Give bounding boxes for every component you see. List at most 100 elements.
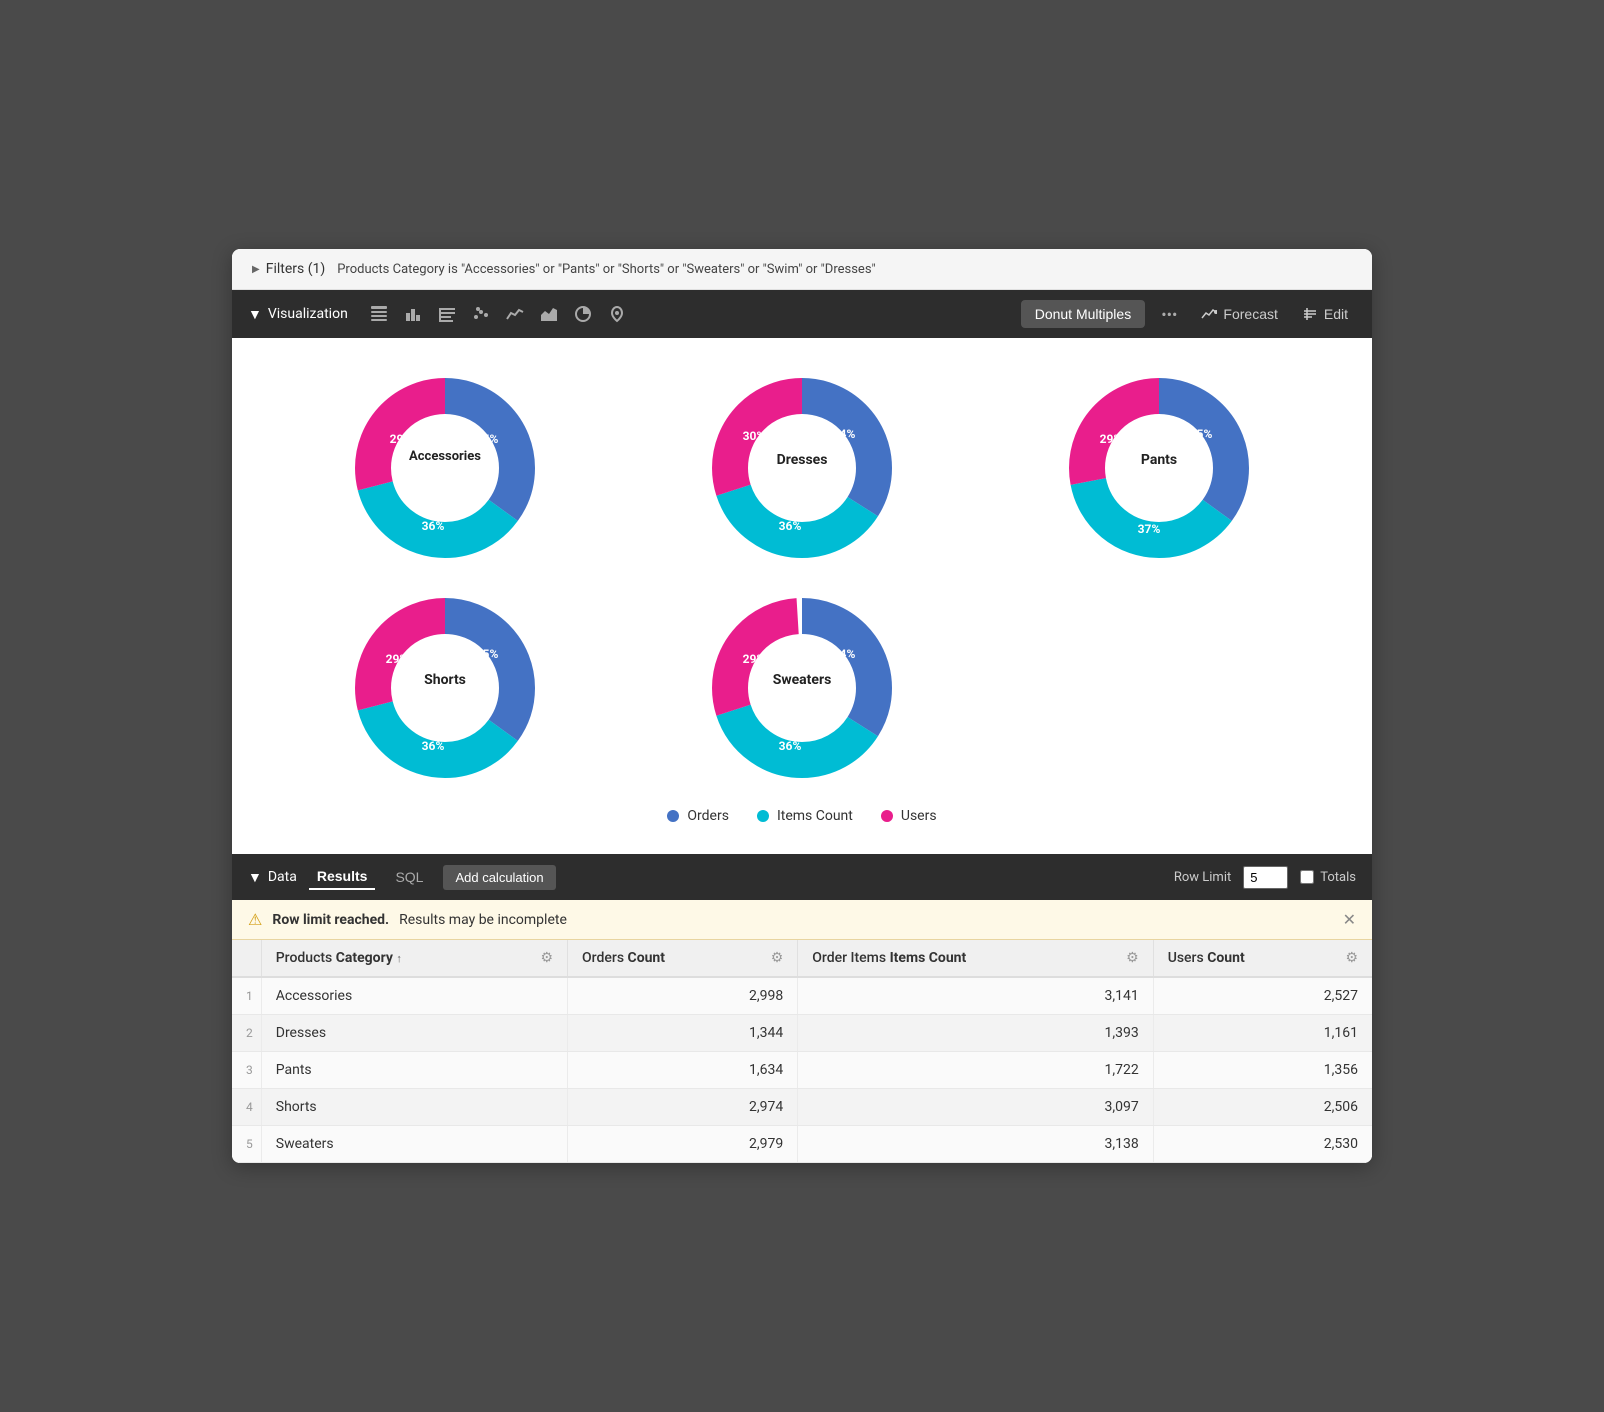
table-header-row: Products Category ↑ ⚙ Orders Count ⚙ Ord… [232,940,1372,977]
edit-label: Edit [1324,306,1348,322]
donut-dresses-wrapper: Dresses 34% 36% 30% [702,368,902,568]
cell-rownum: 2 [232,1015,261,1052]
edit-btn[interactable]: Edit [1294,302,1356,326]
viz-pie-icon-btn[interactable] [568,301,598,327]
viz-toggle-arrow-icon: ▼ [248,306,262,323]
cell-items: 3,138 [798,1126,1153,1163]
th-category-bold: Category [336,950,393,966]
svg-text:35%: 35% [1189,427,1212,441]
cell-rownum: 1 [232,977,261,1015]
th-users-bold: Count [1207,950,1245,966]
warning-close-btn[interactable]: ✕ [1343,910,1356,929]
th-category-gear-icon[interactable]: ⚙ [540,950,553,966]
line-chart-icon [506,305,524,323]
cell-category: Dresses [261,1015,567,1052]
list-icon [438,305,456,323]
donut-pants-wrapper: Pants 35% 37% 29% [1059,368,1259,568]
cell-rownum: 5 [232,1126,261,1163]
sql-tab[interactable]: SQL [387,865,431,889]
cell-users: 2,527 [1153,977,1372,1015]
svg-text:29%: 29% [743,652,766,666]
cell-users: 2,530 [1153,1126,1372,1163]
forecast-icon [1201,306,1217,322]
cell-users: 1,356 [1153,1052,1372,1089]
sort-arrow-icon: ↑ [396,952,402,965]
legend-orders-label: Orders [687,808,729,824]
th-orders: Orders Count ⚙ [568,940,798,977]
filter-arrow-icon: ▶ [252,264,260,275]
cell-category: Sweaters [261,1126,567,1163]
svg-text:36%: 36% [422,739,445,753]
donut-accessories: Accessories 35% 36% 29% [272,368,619,568]
viz-toggle[interactable]: ▼ Visualization [248,306,348,323]
th-orders-gear-icon[interactable]: ⚙ [771,950,784,966]
th-rownum [232,940,261,977]
th-items-text: Order Items Items Count [812,950,966,966]
th-items-gear-icon[interactable]: ⚙ [1126,950,1139,966]
donut-accessories-wrapper: Accessories 35% 36% 29% [345,368,545,568]
cell-items: 3,097 [798,1089,1153,1126]
totals-checkbox[interactable] [1300,870,1314,884]
legend-users-dot [881,810,893,822]
svg-text:35%: 35% [476,647,499,661]
viz-map-icon-btn[interactable] [602,301,632,327]
filter-bar: ▶ Filters (1) Products Category is "Acce… [232,249,1372,290]
viz-line-icon-btn[interactable] [500,301,530,327]
donut-multiples-btn[interactable]: Donut Multiples [1021,300,1146,328]
legend-users: Users [881,808,937,824]
svg-text:37%: 37% [1137,522,1160,536]
viz-scatter-icon-btn[interactable] [466,301,496,327]
data-toolbar: ▼ Data Results SQL Add calculation Row L… [232,854,1372,900]
viz-bar-icon-btn[interactable] [398,301,428,327]
viz-toggle-label: Visualization [268,306,348,322]
donut-sweaters-svg: Sweaters 34% 36% 29% [702,588,902,788]
donut-pants: Pants 35% 37% 29% [985,368,1332,568]
legend-users-label: Users [901,808,937,824]
filter-toggle-label: Filters (1) [266,261,326,277]
legend-items-label: Items Count [777,808,853,824]
svg-text:36%: 36% [779,519,802,533]
forecast-btn[interactable]: Forecast [1193,302,1285,326]
th-orders-text: Orders Count [582,950,665,966]
row-limit-input[interactable] [1243,866,1288,889]
filter-text: Products Category is "Accessories" or "P… [337,262,875,277]
legend-items: Items Count [757,808,853,824]
viz-list-icon-btn[interactable] [432,301,462,327]
donut-dresses: Dresses 34% 36% 30% [629,368,976,568]
data-table: Products Category ↑ ⚙ Orders Count ⚙ Ord… [232,940,1372,1163]
legend-orders-dot [667,810,679,822]
viz-more-icon[interactable]: ••• [1153,305,1185,324]
legend-orders: Orders [667,808,729,824]
table-icon [370,305,388,323]
viz-table-icon-btn[interactable] [364,301,394,327]
svg-text:29%: 29% [390,432,413,446]
th-users: Users Count ⚙ [1153,940,1372,977]
data-toggle-label: Data [268,869,297,885]
totals-text: Totals [1320,870,1356,885]
cell-orders: 1,634 [568,1052,798,1089]
table-row: 2 Dresses 1,344 1,393 1,161 [232,1015,1372,1052]
table-row: 3 Pants 1,634 1,722 1,356 [232,1052,1372,1089]
results-tab[interactable]: Results [309,864,376,890]
filter-toggle[interactable]: ▶ Filters (1) [252,261,325,277]
cell-rownum: 3 [232,1052,261,1089]
cell-category: Accessories [261,977,567,1015]
table-row: 1 Accessories 2,998 3,141 2,527 [232,977,1372,1015]
svg-text:36%: 36% [422,519,445,533]
add-calculation-btn[interactable]: Add calculation [443,865,555,890]
cell-category: Pants [261,1052,567,1089]
legend-items-dot [757,810,769,822]
edit-icon [1302,306,1318,322]
table-body: 1 Accessories 2,998 3,141 2,527 2 Dresse… [232,977,1372,1163]
warning-bold-text: Row limit reached. [272,912,389,928]
data-toggle[interactable]: ▼ Data [248,869,297,886]
row-limit-label: Row Limit [1174,870,1231,885]
th-users-gear-icon[interactable]: ⚙ [1345,950,1358,966]
donut-shorts-svg: Shorts 35% 36% 29% [345,588,545,788]
th-category: Products Category ↑ ⚙ [261,940,567,977]
donut-grid-row1: Accessories 35% 36% 29% D [272,368,1332,568]
donut-shorts: Shorts 35% 36% 29% [272,588,619,788]
viz-area-icon-btn[interactable] [534,301,564,327]
totals-label: Totals [1300,870,1356,885]
donut-sweaters-wrapper: Sweaters 34% 36% 29% [702,588,902,788]
